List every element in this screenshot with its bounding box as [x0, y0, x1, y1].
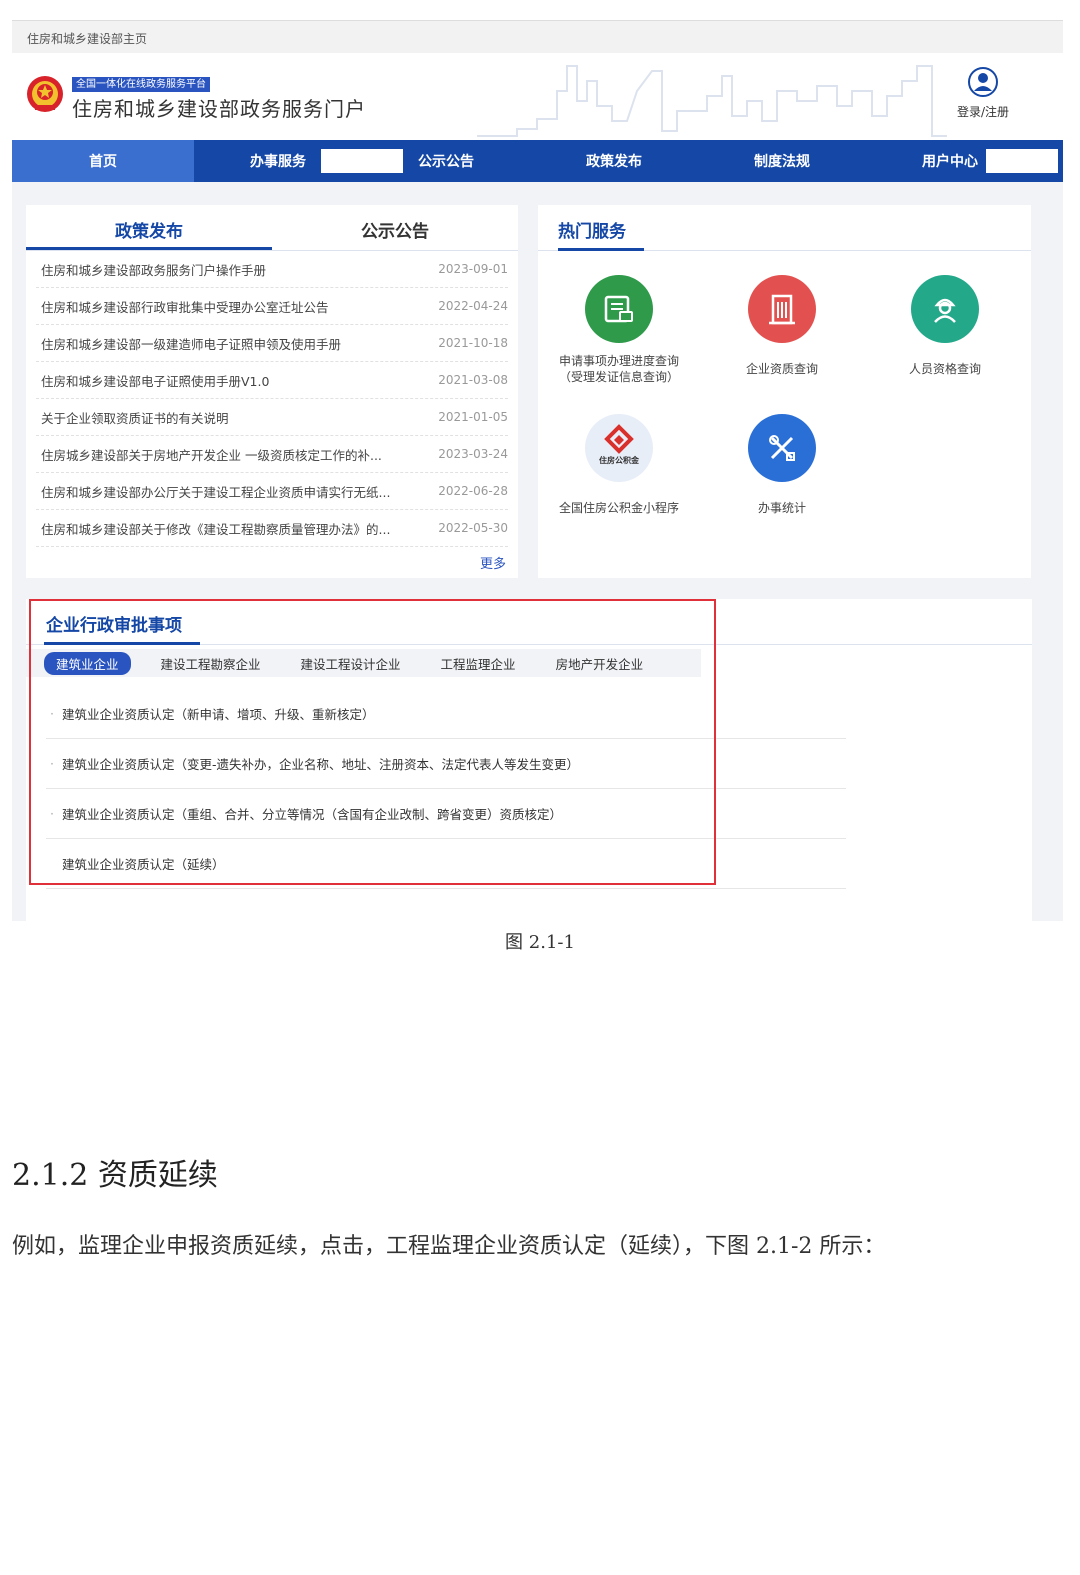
- housing-fund-logo-icon: 住房公积金: [585, 414, 653, 482]
- hot-services-header: 热门服务: [538, 205, 1031, 251]
- news-item[interactable]: 住房和城乡建设部电子证照使用手册V1.0 2021-03-08: [36, 362, 508, 399]
- login-text: 登录/注册: [956, 105, 1010, 119]
- figure-caption: 图 2.1-1: [505, 932, 575, 953]
- tab-announcements[interactable]: 公示公告: [272, 205, 518, 250]
- news-list: 住房和城乡建设部政务服务门户操作手册 2023-09-01 住房和城乡建设部行政审…: [26, 251, 518, 547]
- top-bar: 住房和城乡建设部主页: [12, 21, 1063, 53]
- document-progress-icon: [585, 275, 653, 343]
- hot-services-panel: 热门服务 申请事项办理进度查询 （受理发证信息查询） 企业资质查询 人员资格查询: [538, 205, 1031, 578]
- nav-home[interactable]: 首页: [12, 140, 194, 182]
- nav-policy[interactable]: 政策发布: [530, 140, 698, 182]
- tab-policy[interactable]: 政策发布: [26, 205, 272, 250]
- news-item[interactable]: 住房和城乡建设部政务服务门户操作手册 2023-09-01: [36, 251, 508, 288]
- highlight-box: [29, 599, 716, 885]
- user-icon: [968, 67, 998, 97]
- national-emblem-icon: [27, 76, 63, 112]
- main-nav: 首页 办事服务 公示公告 政策发布 制度法规 用户中心: [12, 140, 1063, 182]
- news-item[interactable]: 关于企业领取资质证书的有关说明 2021-01-05: [36, 399, 508, 436]
- section-heading: 2.1.2 资质延续: [12, 1158, 218, 1193]
- more-link[interactable]: 更多: [480, 553, 506, 572]
- site-title[interactable]: 住房和城乡建设部政务服务门户: [72, 93, 366, 122]
- worker-icon: [911, 275, 979, 343]
- nav-regulations[interactable]: 制度法规: [698, 140, 866, 182]
- redaction-mask: [986, 149, 1058, 173]
- svg-text:住房公积金: 住房公积金: [599, 455, 640, 465]
- login-register[interactable]: 登录/注册: [953, 67, 1013, 120]
- service-personnel-query[interactable]: 人员资格查询: [870, 275, 1020, 377]
- tools-icon: [748, 414, 816, 482]
- body-paragraph: 例如，监理企业申报资质延续，点击，工程监理企业资质认定（延续），下图 2.1-2…: [12, 1234, 886, 1259]
- service-progress-query[interactable]: 申请事项办理进度查询 （受理发证信息查询）: [544, 275, 694, 385]
- service-enterprise-query[interactable]: 企业资质查询: [707, 275, 857, 377]
- news-item[interactable]: 住房和城乡建设部一级建造师电子证照申领及使用手册 2021-10-18: [36, 325, 508, 362]
- hot-services-title: 热门服务: [558, 205, 644, 251]
- policy-tabs: 政策发布 公示公告: [26, 205, 518, 251]
- policy-panel: 政策发布 公示公告 住房和城乡建设部政务服务门户操作手册 2023-09-01 住…: [26, 205, 518, 578]
- service-statistics[interactable]: 办事统计: [707, 414, 857, 516]
- platform-badge: 全国一体化在线政务服务平台: [72, 77, 210, 92]
- news-item[interactable]: 住房和城乡建设部关于修改《建设工程勘察质量管理办法》的... 2022-05-30: [36, 510, 508, 547]
- news-item[interactable]: 住房城乡建设部关于房地产开发企业 一级资质核定工作的补... 2023-03-24: [36, 436, 508, 473]
- redaction-mask: [321, 149, 403, 173]
- news-item[interactable]: 住房和城乡建设部行政审批集中受理办公室迁址公告 2022-04-24: [36, 288, 508, 325]
- news-item[interactable]: 住房和城乡建设部办公厅关于建设工程企业资质申请实行无纸... 2022-06-28: [36, 473, 508, 510]
- home-link[interactable]: 住房和城乡建设部主页: [27, 32, 147, 46]
- city-skyline-decoration: [477, 65, 947, 137]
- site-header: 全国一体化在线政务服务平台 住房和城乡建设部政务服务门户 登录/注册: [12, 53, 1063, 140]
- service-housing-fund[interactable]: 住房公积金 全国住房公积金小程序: [544, 414, 694, 516]
- building-icon: [748, 275, 816, 343]
